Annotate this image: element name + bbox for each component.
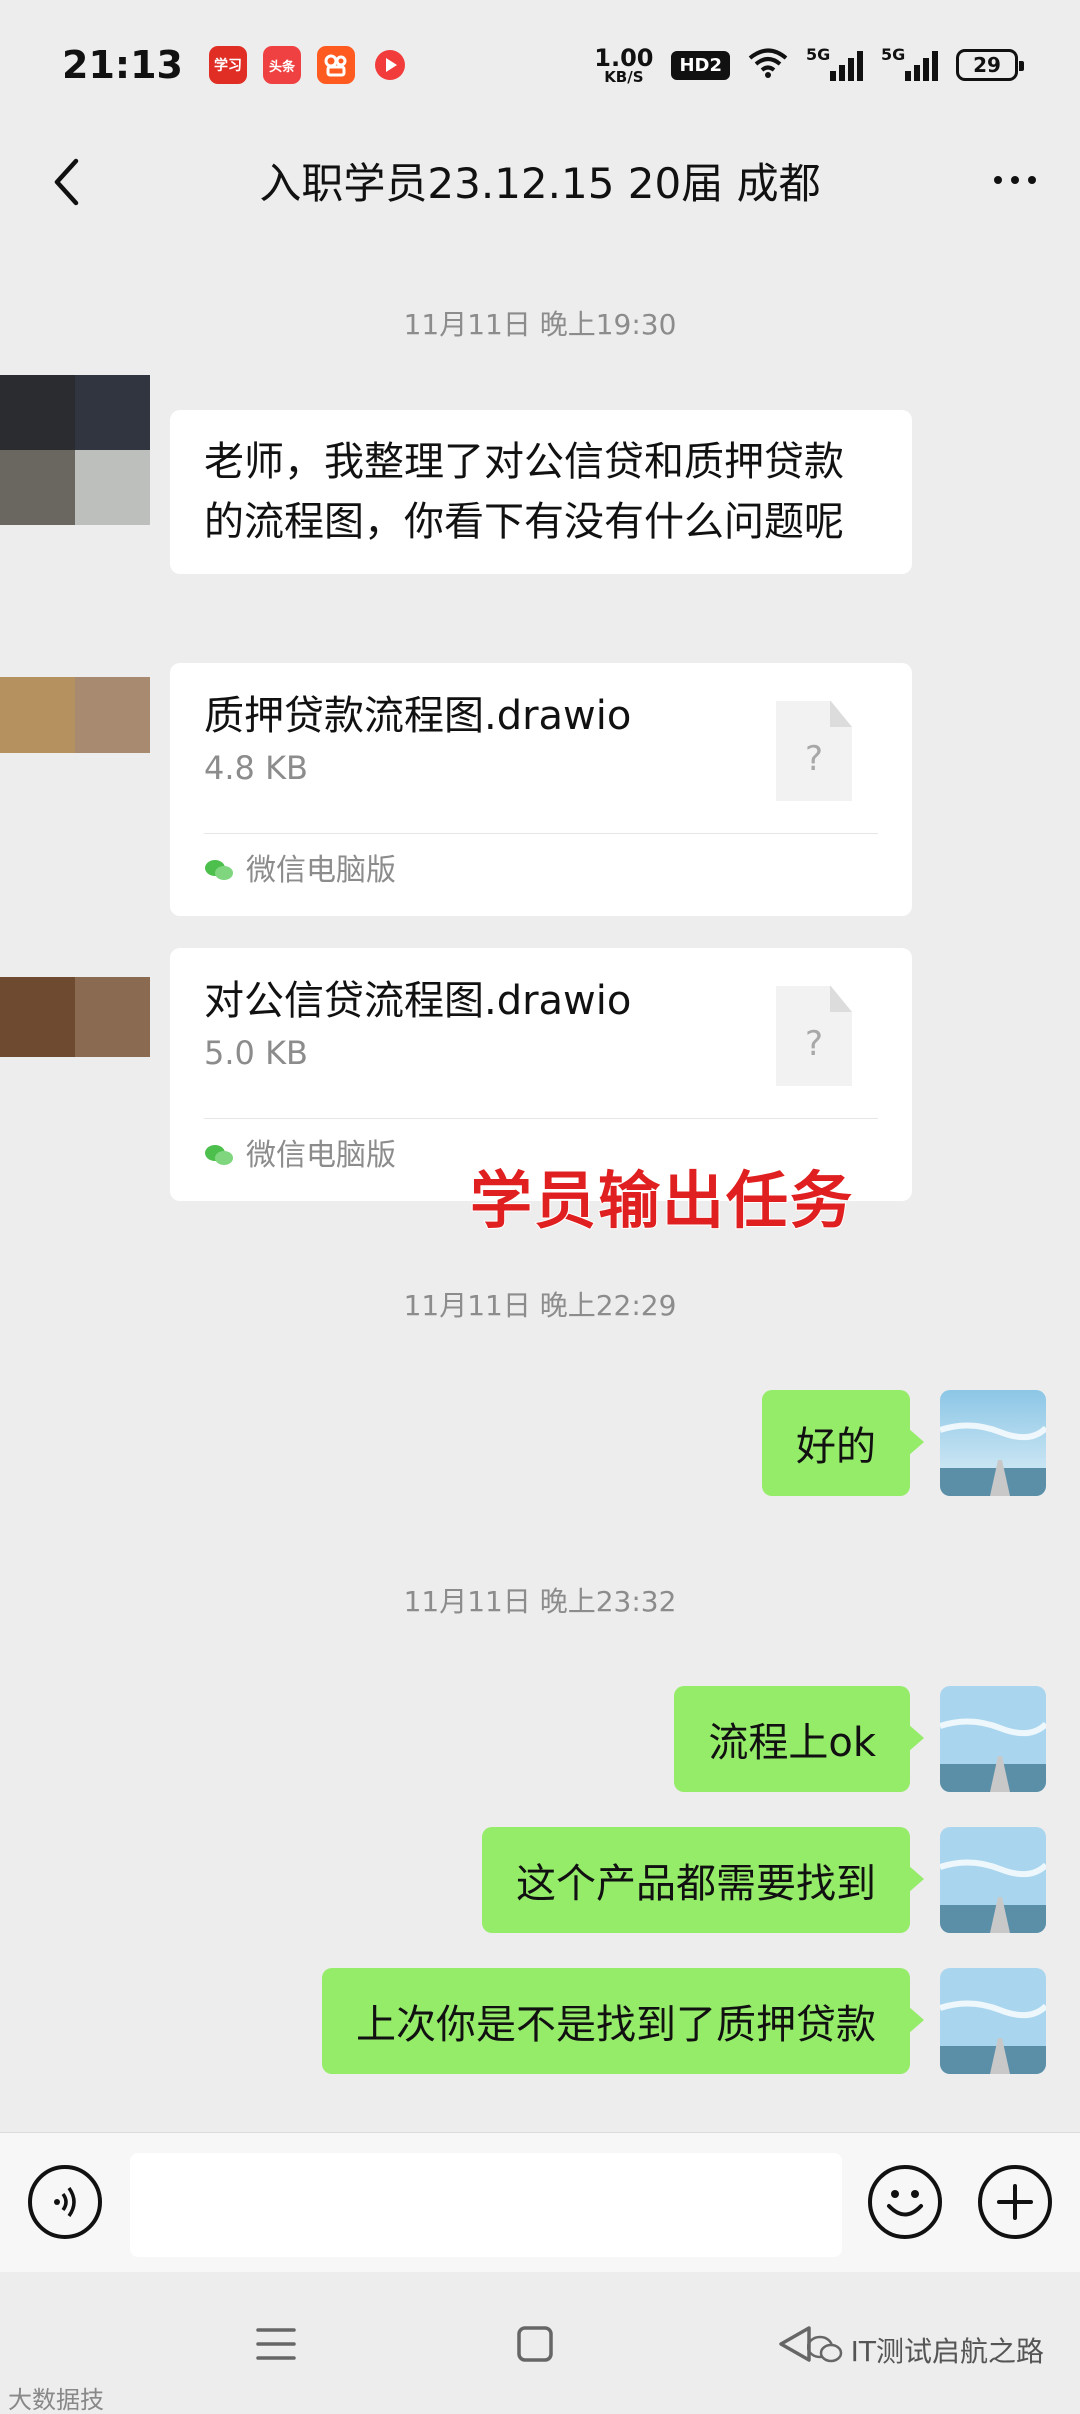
file-name: 对公信贷流程图.drawio: [204, 978, 632, 1024]
more-options-button[interactable]: [980, 155, 1050, 205]
message-bubble[interactable]: 老师，我整理了对公信贷和质押贷款的流程图，你看下有没有什么问题呢: [170, 410, 912, 574]
file-size: 5.0 KB: [204, 1034, 308, 1072]
menu-button[interactable]: [246, 2314, 306, 2374]
message-input[interactable]: [130, 2153, 842, 2257]
voice-input-button[interactable]: [28, 2165, 102, 2239]
toutiao-app-icon: 头条: [262, 46, 301, 84]
timestamp: 11月11日 晚上23:32: [403, 1585, 677, 1618]
annotation-overlay: 学员输出任务: [469, 1163, 855, 1238]
dot: [994, 176, 1002, 184]
emoji-button[interactable]: [868, 2165, 942, 2239]
hd-badge: HD2: [671, 50, 730, 80]
home-icon: [517, 2326, 553, 2362]
sent-message-bubble[interactable]: 好的: [762, 1390, 924, 1496]
plus-icon: [997, 2184, 1033, 2220]
my-avatar[interactable]: [940, 1968, 1046, 2074]
watermark: IT测试启航之路: [806, 2330, 1044, 2370]
emoji-icon: [887, 2190, 923, 2217]
wechat-icon: [204, 855, 234, 880]
sent-message-bubble[interactable]: 上次你是不是找到了质押贷款: [322, 1968, 924, 2074]
signal-icon-1: 5G: [806, 45, 863, 81]
avatar[interactable]: [0, 677, 150, 753]
video-app-icon: [371, 46, 409, 84]
my-avatar[interactable]: [940, 1390, 1046, 1496]
chevron-left-icon: [54, 158, 79, 206]
unknown-file-icon: ?: [776, 701, 852, 801]
dot: [1011, 176, 1019, 184]
input-bar: [0, 2132, 1080, 2272]
my-avatar[interactable]: [940, 1827, 1046, 1933]
watermark: 大数据技: [8, 2386, 104, 2414]
timestamp: 11月11日 晚上19:30: [403, 308, 677, 341]
back-button[interactable]: [36, 152, 96, 212]
wifi-icon: [748, 47, 788, 83]
network-speed: 1.00 KB/S: [594, 43, 654, 86]
signal-icon-2: 5G: [881, 45, 938, 81]
timestamp: 11月11日 晚上22:29: [403, 1289, 677, 1322]
more-functions-button[interactable]: [978, 2165, 1052, 2239]
sent-message-bubble[interactable]: 流程上ok: [674, 1686, 924, 1792]
battery-icon: 29: [956, 49, 1024, 81]
kuaishou-app-icon: [316, 46, 355, 84]
status-bar: 21:13 学习 头条 1.00 KB/S HD2 5G 5G 29: [0, 0, 1080, 130]
unknown-file-icon: ?: [776, 986, 852, 1086]
avatar[interactable]: [0, 375, 150, 525]
file-size: 4.8 KB: [204, 749, 308, 787]
wechat-icon: [806, 2335, 842, 2363]
file-name: 质押贷款流程图.drawio: [204, 693, 632, 739]
xuexi-app-icon: 学习: [208, 46, 247, 84]
sent-message-bubble[interactable]: 这个产品都需要找到: [482, 1827, 924, 1933]
home-button[interactable]: [505, 2314, 565, 2374]
voice-icon: [54, 2186, 76, 2218]
dot: [1028, 176, 1036, 184]
file-source-label: 微信电脑版: [246, 853, 396, 888]
chat-header: 入职学员23.12.15 20届 成都: [0, 130, 1080, 230]
file-message[interactable]: 质押贷款流程图.drawio 4.8 KB ? 微信电脑版: [170, 663, 912, 916]
avatar[interactable]: [0, 977, 150, 1057]
chat-title: 入职学员23.12.15 20届 成都: [259, 158, 821, 208]
my-avatar[interactable]: [940, 1686, 1046, 1792]
menu-icon: [256, 2328, 296, 2360]
file-source-label: 微信电脑版: [246, 1138, 396, 1173]
status-time: 21:13: [62, 43, 183, 87]
wechat-icon: [204, 1140, 234, 1165]
